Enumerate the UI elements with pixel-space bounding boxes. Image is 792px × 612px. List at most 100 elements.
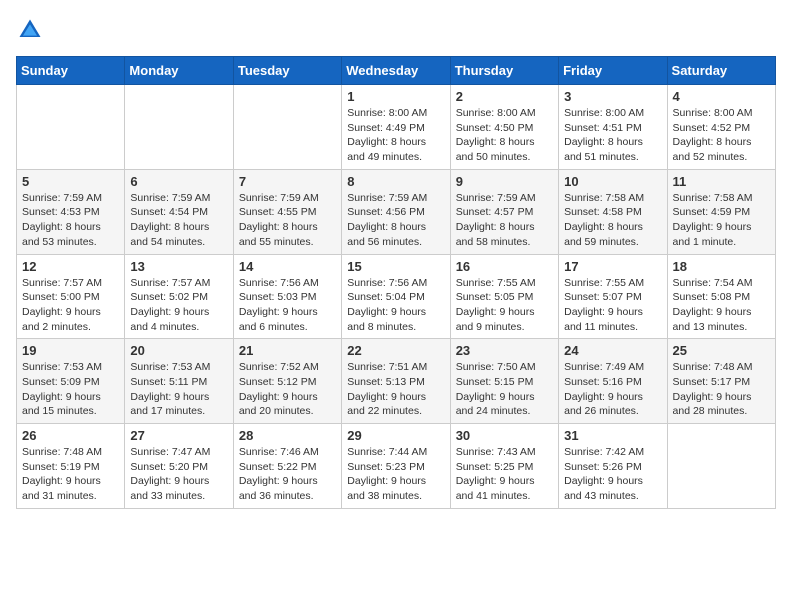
day-info-line: Sunset: 5:23 PM bbox=[347, 460, 444, 475]
day-info-line: Daylight: 9 hours and 8 minutes. bbox=[347, 305, 444, 334]
day-number: 31 bbox=[564, 428, 661, 443]
calendar-cell: 15Sunrise: 7:56 AMSunset: 5:04 PMDayligh… bbox=[342, 254, 450, 339]
day-info-line: Daylight: 9 hours and 43 minutes. bbox=[564, 474, 661, 503]
calendar-cell: 9Sunrise: 7:59 AMSunset: 4:57 PMDaylight… bbox=[450, 169, 558, 254]
day-info-line: Daylight: 8 hours and 51 minutes. bbox=[564, 135, 661, 164]
day-number: 14 bbox=[239, 259, 336, 274]
day-info-line: Daylight: 9 hours and 31 minutes. bbox=[22, 474, 119, 503]
day-info-line: Daylight: 9 hours and 1 minute. bbox=[673, 220, 770, 249]
day-info-line: Daylight: 9 hours and 15 minutes. bbox=[22, 390, 119, 419]
calendar-cell: 11 Sunrise: 7:58 AMSunset: 4:59 PMDayligh… bbox=[667, 169, 775, 254]
day-info-line: Sunset: 4:51 PM bbox=[564, 121, 661, 136]
day-info-line: Sunrise: 8:00 AM bbox=[456, 106, 553, 121]
day-info-line: Sunrise: 7:43 AM bbox=[456, 445, 553, 460]
day-info-line: Sunrise: 7:54 AM bbox=[673, 276, 770, 291]
day-number: 12 bbox=[22, 259, 119, 274]
calendar-cell: 18Sunrise: 7:54 AMSunset: 5:08 PMDayligh… bbox=[667, 254, 775, 339]
day-number: 19 bbox=[22, 343, 119, 358]
calendar-cell: 20Sunrise: 7:53 AMSunset: 5:11 PMDayligh… bbox=[125, 339, 233, 424]
calendar-cell: 22Sunrise: 7:51 AMSunset: 5:13 PMDayligh… bbox=[342, 339, 450, 424]
calendar-cell: 31 Sunrise: 7:42 AMSunset: 5:26 PMDayligh… bbox=[559, 424, 667, 509]
day-info-line: Sunrise: 8:00 AM bbox=[673, 106, 770, 121]
day-info-line: Sunset: 5:20 PM bbox=[130, 460, 227, 475]
day-number: 28 bbox=[239, 428, 336, 443]
day-number: 26 bbox=[22, 428, 119, 443]
day-info-line: Daylight: 9 hours and 13 minutes. bbox=[673, 305, 770, 334]
day-info-line: Sunrise: 8:00 AM bbox=[347, 106, 444, 121]
day-info-line: Sunrise: 8:00 AM bbox=[564, 106, 661, 121]
calendar-cell: 12Sunrise: 7:57 AMSunset: 5:00 PMDayligh… bbox=[17, 254, 125, 339]
calendar-cell: 14Sunrise: 7:56 AMSunset: 5:03 PMDayligh… bbox=[233, 254, 341, 339]
day-info-line: Sunset: 4:57 PM bbox=[456, 205, 553, 220]
calendar-cell: 4Sunrise: 8:00 AMSunset: 4:52 PMDaylight… bbox=[667, 85, 775, 170]
day-info-line: Daylight: 8 hours and 55 minutes. bbox=[239, 220, 336, 249]
day-info-line: Sunrise: 7:57 AM bbox=[22, 276, 119, 291]
day-info-line: Daylight: 8 hours and 49 minutes. bbox=[347, 135, 444, 164]
calendar-cell: 24Sunrise: 7:49 AMSunset: 5:16 PMDayligh… bbox=[559, 339, 667, 424]
day-info-line: Daylight: 8 hours and 53 minutes. bbox=[22, 220, 119, 249]
day-number: 5 bbox=[22, 174, 119, 189]
day-info-line: Sunrise: 7:50 AM bbox=[456, 360, 553, 375]
day-info-line: Sunset: 4:55 PM bbox=[239, 205, 336, 220]
day-info-line: Sunrise: 7:58 AM bbox=[673, 191, 770, 206]
day-info-line: Daylight: 9 hours and 33 minutes. bbox=[130, 474, 227, 503]
day-info-line: Sunset: 5:00 PM bbox=[22, 290, 119, 305]
day-info-line: Sunrise: 7:59 AM bbox=[239, 191, 336, 206]
day-info-line: Sunrise: 7:59 AM bbox=[456, 191, 553, 206]
day-info-line: Daylight: 9 hours and 11 minutes. bbox=[564, 305, 661, 334]
day-info-line: Daylight: 8 hours and 50 minutes. bbox=[456, 135, 553, 164]
day-info-line: Daylight: 9 hours and 22 minutes. bbox=[347, 390, 444, 419]
day-number: 30 bbox=[456, 428, 553, 443]
day-info-line: Sunrise: 7:47 AM bbox=[130, 445, 227, 460]
calendar-cell bbox=[125, 85, 233, 170]
day-number: 11 bbox=[673, 174, 770, 189]
calendar-week-row: 26Sunrise: 7:48 AMSunset: 5:19 PMDayligh… bbox=[17, 424, 776, 509]
day-info-line: Daylight: 8 hours and 54 minutes. bbox=[130, 220, 227, 249]
day-info-line: Daylight: 9 hours and 20 minutes. bbox=[239, 390, 336, 419]
day-number: 20 bbox=[130, 343, 227, 358]
day-number: 2 bbox=[456, 89, 553, 104]
day-number: 1 bbox=[347, 89, 444, 104]
calendar-cell: 23Sunrise: 7:50 AMSunset: 5:15 PMDayligh… bbox=[450, 339, 558, 424]
calendar-cell: 16Sunrise: 7:55 AMSunset: 5:05 PMDayligh… bbox=[450, 254, 558, 339]
calendar-cell: 2Sunrise: 8:00 AMSunset: 4:50 PMDaylight… bbox=[450, 85, 558, 170]
calendar-cell: 5Sunrise: 7:59 AMSunset: 4:53 PMDaylight… bbox=[17, 169, 125, 254]
day-info-line: Sunset: 4:56 PM bbox=[347, 205, 444, 220]
day-header-saturday: Saturday bbox=[667, 57, 775, 85]
logo bbox=[16, 16, 48, 44]
calendar-cell: 29Sunrise: 7:44 AMSunset: 5:23 PMDayligh… bbox=[342, 424, 450, 509]
day-info-line: Sunrise: 7:55 AM bbox=[456, 276, 553, 291]
calendar-cell bbox=[233, 85, 341, 170]
calendar-cell: 19 Sunrise: 7:53 AMSunset: 5:09 PMDayligh… bbox=[17, 339, 125, 424]
day-info-line: Sunset: 5:26 PM bbox=[564, 460, 661, 475]
day-info-line: Sunset: 4:54 PM bbox=[130, 205, 227, 220]
day-number: 24 bbox=[564, 343, 661, 358]
calendar-cell: 6Sunrise: 7:59 AMSunset: 4:54 PMDaylight… bbox=[125, 169, 233, 254]
day-info-line: Sunrise: 7:48 AM bbox=[22, 445, 119, 460]
day-info-line: Sunrise: 7:53 AM bbox=[22, 360, 119, 375]
day-info-line: Sunset: 5:25 PM bbox=[456, 460, 553, 475]
day-number: 17 bbox=[564, 259, 661, 274]
day-number: 15 bbox=[347, 259, 444, 274]
day-info-line: Sunset: 5:16 PM bbox=[564, 375, 661, 390]
day-number: 4 bbox=[673, 89, 770, 104]
day-number: 21 bbox=[239, 343, 336, 358]
day-info-line: Sunset: 5:22 PM bbox=[239, 460, 336, 475]
calendar-cell: 30Sunrise: 7:43 AMSunset: 5:25 PMDayligh… bbox=[450, 424, 558, 509]
calendar-cell bbox=[667, 424, 775, 509]
day-header-monday: Monday bbox=[125, 57, 233, 85]
day-info-line: Sunrise: 7:42 AM bbox=[564, 445, 661, 460]
day-info-line: Sunset: 5:09 PM bbox=[22, 375, 119, 390]
day-info-line: Sunrise: 7:59 AM bbox=[347, 191, 444, 206]
calendar-week-row: 12 Sunrise: 7:57 AMSunset: 5:00 PM Dayligh… bbox=[17, 254, 776, 339]
day-info-line: Sunset: 4:53 PM bbox=[22, 205, 119, 220]
day-info-line: Sunset: 4:59 PM bbox=[673, 205, 770, 220]
day-info-line: Daylight: 9 hours and 38 minutes. bbox=[347, 474, 444, 503]
day-number: 22 bbox=[347, 343, 444, 358]
day-number: 29 bbox=[347, 428, 444, 443]
calendar-cell: 3Sunrise: 8:00 AMSunset: 4:51 PMDaylight… bbox=[559, 85, 667, 170]
day-info-line: Daylight: 9 hours and 36 minutes. bbox=[239, 474, 336, 503]
day-info-line: Sunrise: 7:56 AM bbox=[347, 276, 444, 291]
day-info-line: Sunset: 4:49 PM bbox=[347, 121, 444, 136]
day-info-line: Sunrise: 7:59 AM bbox=[130, 191, 227, 206]
